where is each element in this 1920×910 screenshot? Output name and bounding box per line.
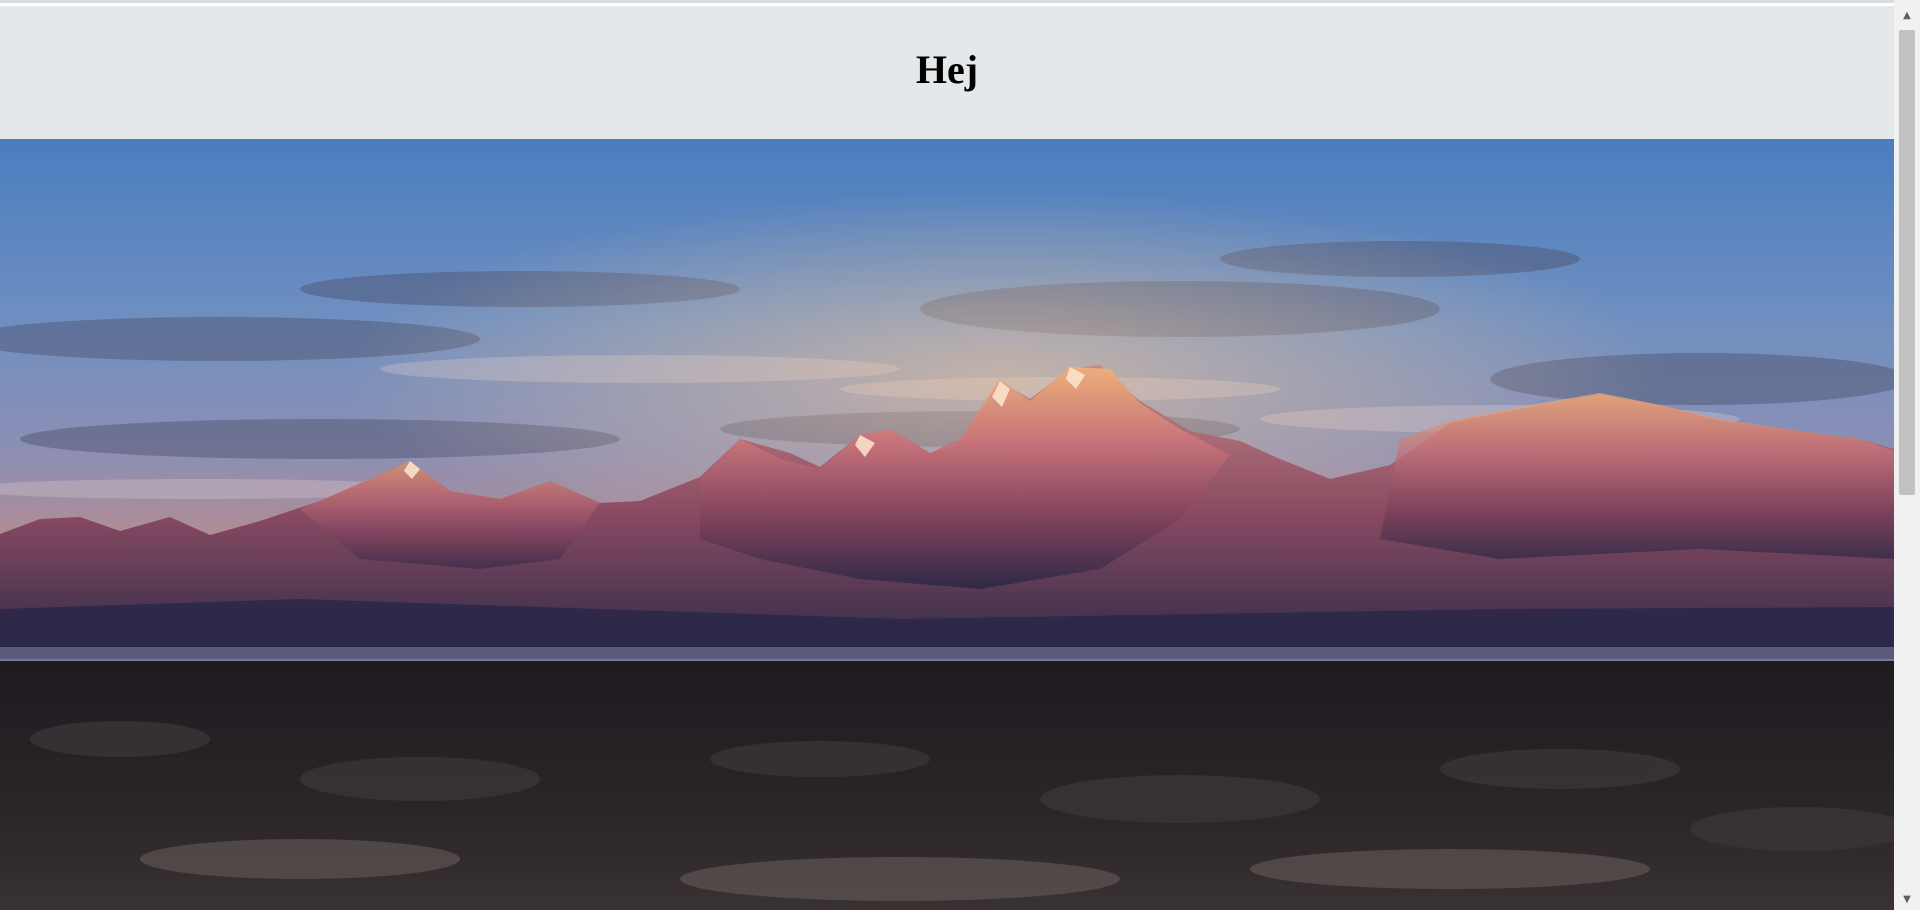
scrollbar-thumb[interactable] [1899, 30, 1915, 495]
scroll-down-arrow-icon[interactable]: ▼ [1894, 888, 1920, 910]
page-header: Hej [0, 6, 1894, 139]
page-viewport: Hej [0, 0, 1894, 910]
scroll-up-arrow-icon[interactable]: ▲ [1894, 4, 1920, 26]
page-title: Hej [915, 47, 979, 92]
hero-image [0, 139, 1894, 910]
vertical-scrollbar[interactable]: ▲ ▼ [1894, 0, 1920, 910]
mountain-landscape-image [0, 139, 1894, 910]
